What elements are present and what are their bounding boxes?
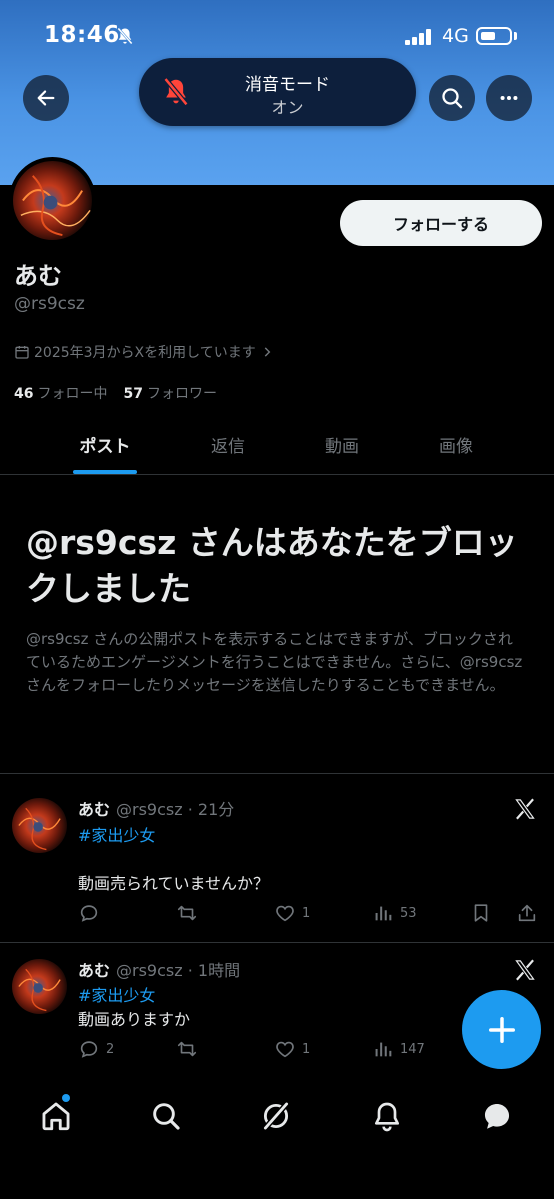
post-author-handle[interactable]: @rs9csz (116, 800, 183, 819)
share-icon (518, 904, 536, 922)
post-actions: 1 53 (78, 902, 542, 926)
grok-icon (262, 1101, 290, 1131)
post-time[interactable]: 21分 (198, 800, 234, 819)
silent-mode-state: オン (271, 98, 304, 117)
messages-icon (484, 1103, 510, 1129)
back-button[interactable] (23, 75, 69, 121)
following-label: フォロー中 (37, 386, 108, 402)
profile-tabs: ポスト 返信 動画 画像 (0, 420, 554, 475)
post-author-name[interactable]: あむ (78, 961, 110, 980)
nav-grok[interactable] (256, 1096, 296, 1136)
following-count: 46 (14, 386, 34, 402)
joined-text: 2025年3月からXを利用しています (34, 345, 256, 361)
post-time[interactable]: 1時間 (198, 961, 240, 980)
battery-icon (476, 27, 512, 45)
repost-button[interactable] (176, 1038, 204, 1060)
more-icon (500, 95, 518, 101)
back-arrow-icon (37, 90, 55, 106)
repost-button[interactable] (176, 902, 204, 924)
tab-videos[interactable]: 動画 (287, 432, 397, 457)
network-type: 4G (442, 25, 469, 47)
profile-handle: @rs9csz (14, 294, 85, 314)
tab-replies[interactable]: 返信 (173, 432, 283, 457)
profile-avatar[interactable] (9, 157, 96, 244)
post-author-handle[interactable]: @rs9csz (116, 961, 183, 980)
home-unread-dot (62, 1094, 70, 1102)
like-button[interactable]: 1 (274, 902, 310, 924)
nav-messages[interactable] (477, 1096, 517, 1136)
followers-link[interactable]: 57 フォロワー (123, 383, 216, 403)
post-header: あむ @rs9csz · 21分 (78, 800, 235, 819)
silent-mode-indicator: 消音モード オン (139, 58, 416, 126)
share-button[interactable] (516, 902, 538, 924)
x-logo-icon[interactable] (512, 796, 538, 826)
bookmark-icon (474, 904, 488, 922)
followers-count: 57 (123, 386, 143, 402)
search-button[interactable] (429, 75, 475, 121)
home-icon (42, 1102, 70, 1131)
post-avatar[interactable] (12, 959, 67, 1014)
views-icon (375, 906, 392, 921)
like-count: 1 (302, 905, 311, 921)
search-icon (442, 88, 463, 109)
tab-images[interactable]: 画像 (401, 432, 511, 457)
profile-display-name: あむ (14, 262, 62, 290)
status-time: 18:46 (44, 22, 120, 48)
calendar-icon (15, 346, 29, 359)
repost-icon (177, 905, 197, 921)
reply-icon (80, 905, 98, 922)
active-tab-indicator (73, 470, 137, 474)
nav-notifications[interactable] (367, 1096, 407, 1136)
more-button[interactable] (486, 75, 532, 121)
nav-search[interactable] (146, 1096, 186, 1136)
following-link[interactable]: 46 フォロー中 (14, 383, 107, 403)
silent-mode-title: 消音モード (245, 75, 330, 95)
compose-plus-icon (488, 1016, 515, 1043)
post-hashtag[interactable]: #家出少女 (78, 822, 155, 846)
bookmark-button[interactable] (470, 902, 492, 924)
views-button[interactable]: 147 (372, 1038, 425, 1060)
blocked-description: @rs9csz さんの公開ポストを表示することはできますが、ブロックされているた… (26, 630, 523, 694)
reply-icon (80, 1041, 98, 1058)
reply-button[interactable]: 2 (78, 1038, 114, 1060)
post-avatar[interactable] (12, 798, 67, 853)
follow-stats: 46 フォロー中 57 フォロワー (14, 383, 217, 403)
chevron-right-icon (264, 347, 271, 357)
bottom-navigation (0, 1078, 554, 1199)
views-button[interactable]: 53 (372, 902, 417, 924)
blocked-title: @rs9csz さんはあなたをブロックしました (26, 523, 518, 608)
post-author-name[interactable]: あむ (78, 800, 110, 819)
repost-icon (177, 1041, 197, 1057)
like-count: 1 (302, 1041, 311, 1057)
like-button[interactable]: 1 (274, 1038, 310, 1060)
compose-button[interactable] (462, 990, 541, 1069)
followers-label: フォロワー (146, 386, 217, 402)
signal-icon (405, 29, 433, 49)
joined-date[interactable]: 2025年3月からXを利用しています (14, 342, 274, 362)
post-item[interactable]: あむ @rs9csz · 21分 #家出少女 動画売られていませんか？ 1 53 (0, 774, 554, 942)
tab-posts[interactable]: ポスト (50, 432, 160, 457)
follow-button[interactable]: フォローする (340, 200, 542, 246)
reply-button[interactable] (78, 902, 106, 924)
like-icon (276, 905, 294, 922)
post-header: あむ @rs9csz · 1時間 (78, 961, 241, 980)
post-text: 動画売られていませんか？ (78, 874, 270, 893)
views-icon (375, 1042, 392, 1057)
post-text: 動画ありますか (78, 1010, 191, 1029)
nav-home[interactable] (36, 1096, 76, 1136)
silent-bell-icon (115, 26, 135, 50)
reply-count: 2 (106, 1041, 115, 1057)
x-logo-icon[interactable] (512, 957, 538, 987)
views-count: 147 (400, 1041, 425, 1057)
like-icon (276, 1041, 294, 1058)
views-count: 53 (400, 905, 417, 921)
post-hashtag[interactable]: #家出少女 (78, 982, 155, 1006)
notifications-icon (375, 1102, 399, 1132)
search-icon (153, 1103, 180, 1130)
